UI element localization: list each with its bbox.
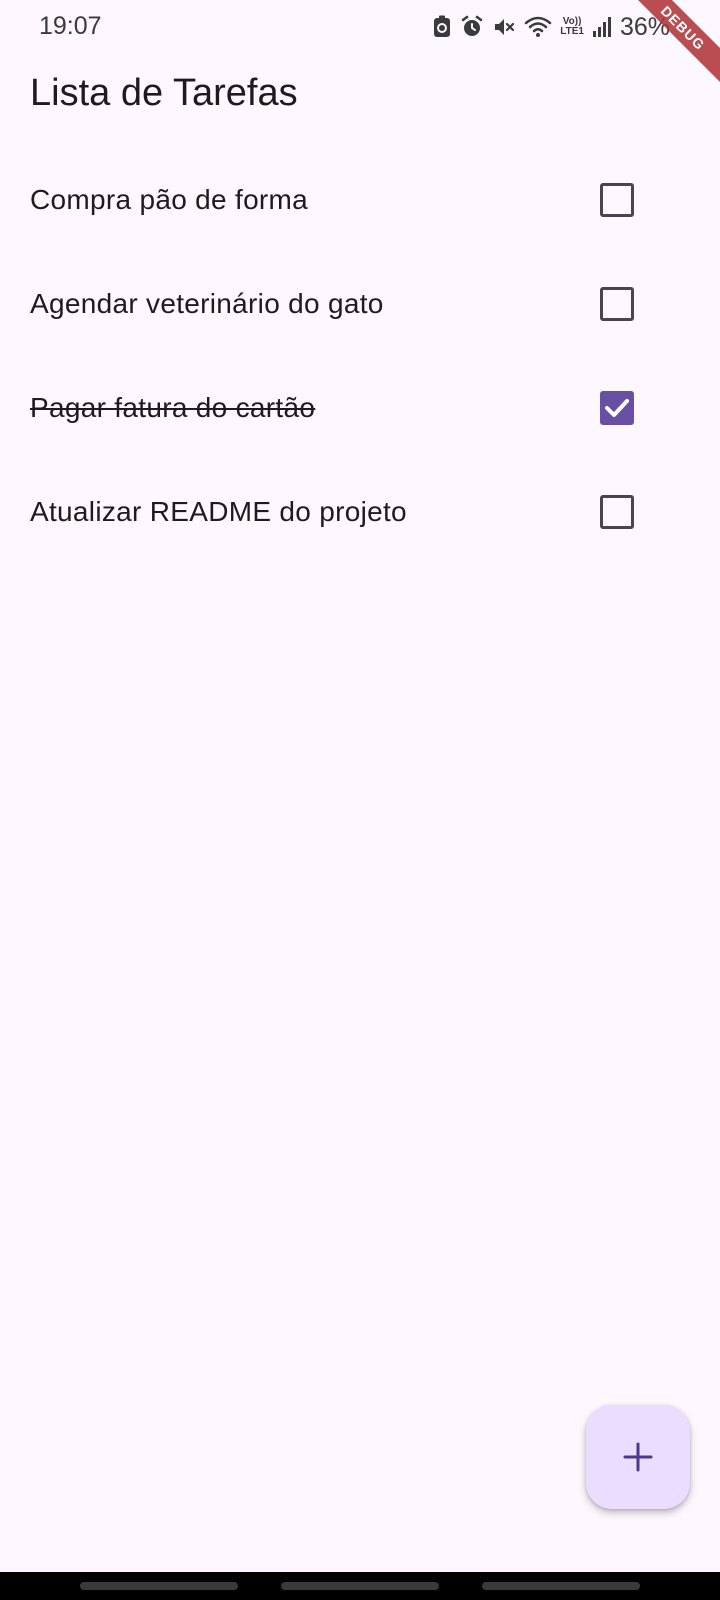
task-item[interactable]: Pagar fatura do cartão: [0, 356, 720, 460]
task-item[interactable]: Agendar veterinário do gato: [0, 252, 720, 356]
wifi-icon: [524, 15, 552, 39]
signal-icon: [592, 16, 612, 38]
task-list: Compra pão de forma Agendar veterinário …: [0, 148, 720, 564]
nav-back-handle[interactable]: [482, 1582, 640, 1590]
app-screen: 19:07 Vo)) LTE1 36% DEBUG Lista de Taref…: [0, 0, 720, 1600]
task-checkbox[interactable]: [600, 391, 634, 425]
task-label: Pagar fatura do cartão: [30, 392, 316, 423]
status-icons: Vo)) LTE1 36%: [432, 12, 670, 42]
mute-icon: [492, 15, 516, 39]
plus-icon: [623, 1442, 653, 1472]
task-label: Atualizar README do projeto: [30, 496, 407, 527]
network-lte: LTE1: [560, 26, 584, 37]
network-type: Vo)) LTE1: [560, 17, 584, 37]
task-item[interactable]: Compra pão de forma: [0, 148, 720, 252]
task-checkbox[interactable]: [600, 183, 634, 217]
nav-recents-handle[interactable]: [80, 1582, 238, 1590]
nav-home-handle[interactable]: [281, 1582, 439, 1590]
add-task-button[interactable]: [586, 1405, 690, 1509]
task-item[interactable]: Atualizar README do projeto: [0, 460, 720, 564]
system-nav-bar: [0, 1572, 720, 1600]
task-label: Agendar veterinário do gato: [30, 288, 384, 319]
page-title: Lista de Tarefas: [30, 72, 298, 114]
task-checkbox[interactable]: [600, 495, 634, 529]
checkmark-icon: [605, 399, 629, 417]
task-label: Compra pão de forma: [30, 184, 309, 215]
app-notification-icon: [432, 15, 452, 39]
status-time: 19:07: [39, 12, 102, 40]
task-checkbox[interactable]: [600, 287, 634, 321]
alarm-icon: [460, 15, 484, 39]
status-bar: 19:07 Vo)) LTE1 36%: [0, 0, 720, 54]
